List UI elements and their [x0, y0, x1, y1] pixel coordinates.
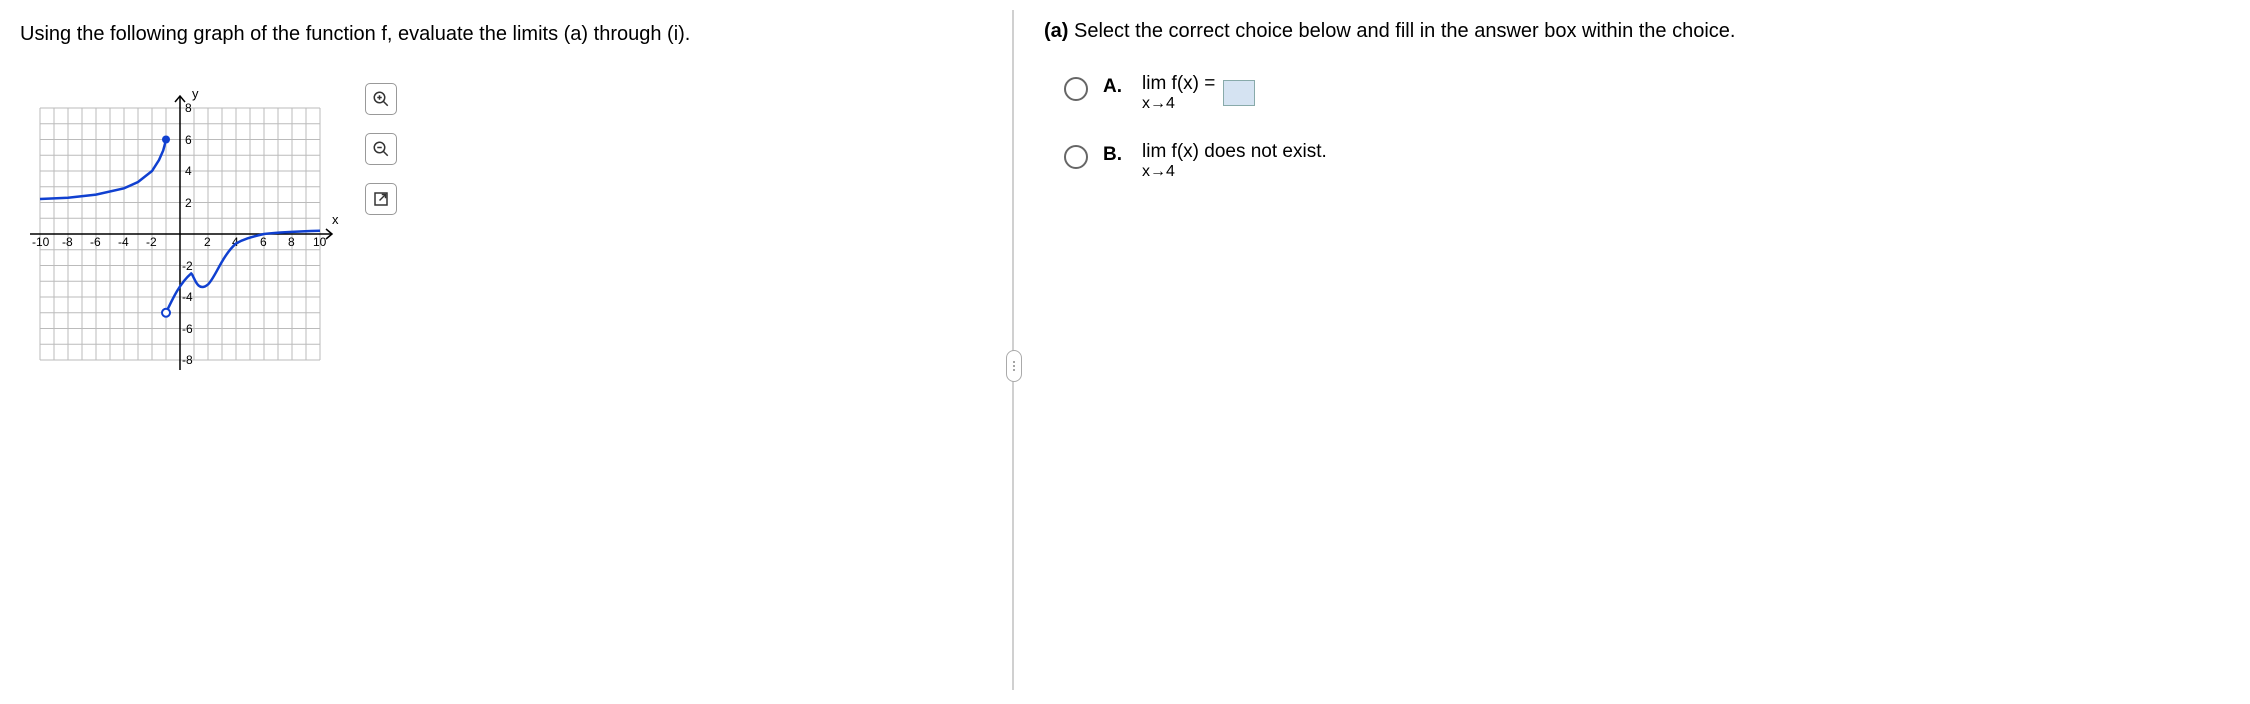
svg-text:-6: -6 — [90, 235, 101, 249]
choice-a-label: A. — [1103, 76, 1127, 98]
svg-text:6: 6 — [185, 133, 192, 147]
popout-icon — [372, 190, 390, 208]
svg-text:10: 10 — [313, 235, 327, 249]
zoom-in-button[interactable] — [365, 83, 397, 115]
open-endpoint — [162, 309, 170, 317]
choice-a-row: A. lim f(x) = x→4 — [1064, 73, 2230, 113]
svg-text:-8: -8 — [62, 235, 73, 249]
curve-left-branch — [40, 140, 166, 200]
choice-b-radio[interactable] — [1064, 145, 1088, 169]
svg-text:2: 2 — [185, 196, 192, 210]
zoom-out-icon — [372, 140, 390, 158]
zoom-out-button[interactable] — [365, 133, 397, 165]
zoom-in-icon — [372, 90, 390, 108]
svg-text:-8: -8 — [182, 353, 193, 367]
divider-handle-icon — [1006, 350, 1022, 382]
x-axis-label: x — [332, 212, 339, 227]
popout-button[interactable] — [365, 183, 397, 215]
svg-text:-10: -10 — [32, 235, 50, 249]
choice-a-radio[interactable] — [1064, 77, 1088, 101]
closed-endpoint — [162, 136, 170, 144]
svg-text:-4: -4 — [118, 235, 129, 249]
choice-b-label: B. — [1103, 144, 1127, 166]
svg-text:-4: -4 — [182, 290, 193, 304]
svg-text:-2: -2 — [146, 235, 157, 249]
svg-text:2: 2 — [204, 235, 211, 249]
svg-text:-6: -6 — [182, 322, 193, 336]
y-axis-label: y — [192, 86, 199, 101]
choice-b-content: lim f(x) does not exist. x→4 — [1142, 141, 1327, 181]
part-prompt: (a) Select the correct choice below and … — [1044, 20, 2230, 43]
svg-text:4: 4 — [185, 164, 192, 178]
panel-divider[interactable] — [1012, 10, 1014, 690]
choice-a-answer-input[interactable] — [1223, 80, 1255, 106]
svg-text:-2: -2 — [182, 259, 193, 273]
choice-a-content: lim f(x) = x→4 — [1142, 73, 1255, 113]
choice-b-row: B. lim f(x) does not exist. x→4 — [1064, 141, 2230, 181]
svg-text:8: 8 — [288, 235, 295, 249]
svg-text:8: 8 — [185, 101, 192, 115]
question-text: Using the following graph of the functio… — [20, 20, 992, 48]
svg-text:6: 6 — [260, 235, 267, 249]
function-graph: y x -10 -8 -6 -4 -2 2 4 6 8 10 2 4 6 8 -… — [20, 78, 345, 388]
